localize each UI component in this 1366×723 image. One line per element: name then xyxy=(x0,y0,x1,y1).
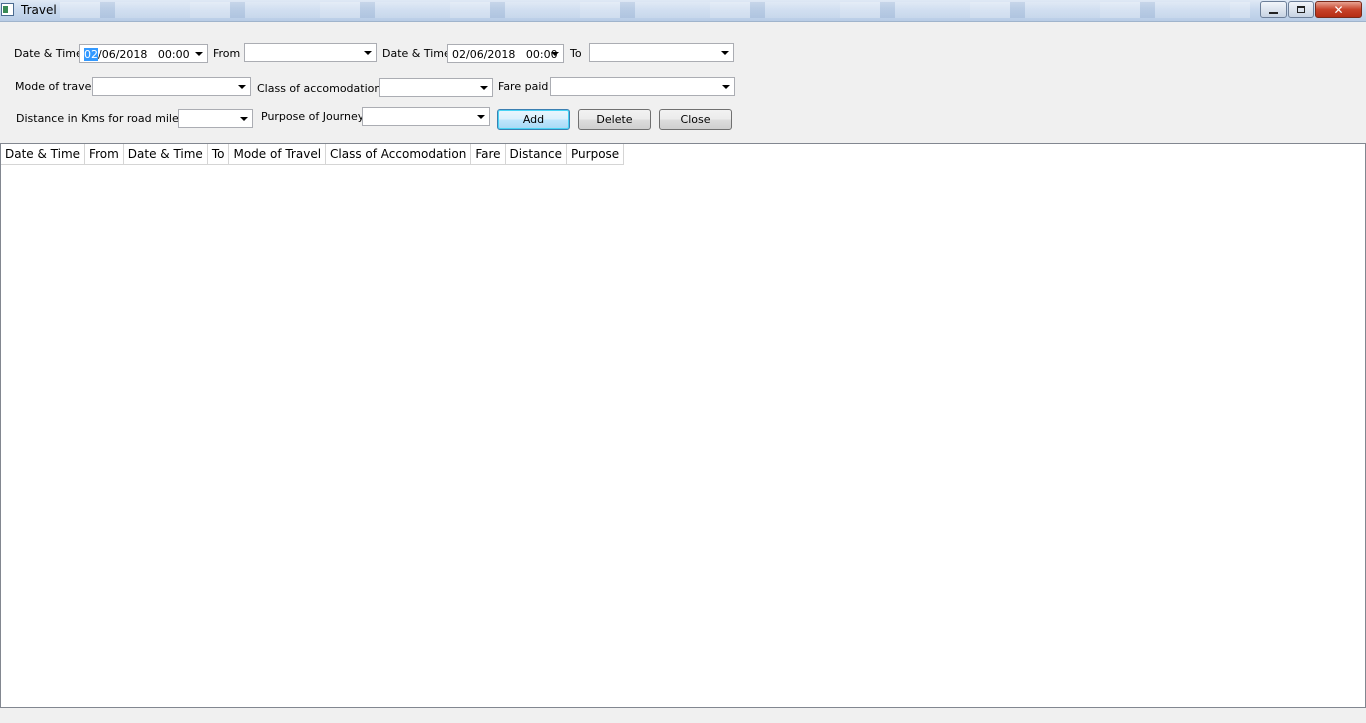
title-bar-background xyxy=(60,2,1250,18)
departure-datetime-picker[interactable]: 02/06/2018 00:00 xyxy=(79,44,208,63)
maximize-icon xyxy=(1297,6,1305,13)
column-header-date-time-2[interactable]: Date & Time xyxy=(123,144,208,165)
chevron-down-icon[interactable] xyxy=(364,51,372,55)
departure-date-selected-segment: 02 xyxy=(84,48,98,61)
departure-time: 00:00 xyxy=(157,48,190,61)
distance-label: Distance in Kms for road mileage xyxy=(16,112,200,125)
fare-paid-label: Fare paid xyxy=(498,80,549,93)
column-header-purpose[interactable]: Purpose xyxy=(567,144,625,165)
arrival-date: 02/06/2018 xyxy=(452,48,516,61)
arrival-datetime-value: 02/06/2018 00:00 xyxy=(452,48,558,61)
column-header-class-of-accomodation[interactable]: Class of Accomodation xyxy=(326,144,472,165)
from-combobox[interactable] xyxy=(244,43,377,62)
maximize-button[interactable] xyxy=(1288,1,1314,18)
class-of-accomodation-combobox[interactable] xyxy=(379,78,493,97)
close-icon: ✕ xyxy=(1333,2,1344,17)
departure-datetime-value: 02/06/2018 00:00 xyxy=(84,48,190,61)
chevron-down-icon[interactable] xyxy=(722,85,730,89)
column-header-to[interactable]: To xyxy=(207,144,230,165)
to-label: To xyxy=(570,47,582,60)
to-combobox[interactable] xyxy=(589,43,734,62)
chevron-down-icon[interactable] xyxy=(551,52,559,56)
column-header-distance[interactable]: Distance xyxy=(505,144,568,165)
add-button[interactable]: Add xyxy=(497,109,570,130)
title-bar[interactable]: Travel ✕ xyxy=(0,0,1366,22)
table-header: Date & Time From Date & Time To Mode of … xyxy=(1,144,625,165)
mode-of-travel-label: Mode of travel xyxy=(15,80,95,93)
column-header-from[interactable]: From xyxy=(85,144,124,165)
chevron-down-icon[interactable] xyxy=(195,52,203,56)
departure-date-rest: /06/2018 xyxy=(98,48,148,61)
chevron-down-icon[interactable] xyxy=(477,115,485,119)
from-label: From xyxy=(213,47,241,60)
chevron-down-icon[interactable] xyxy=(721,51,729,55)
column-header-fare[interactable]: Fare xyxy=(471,144,506,165)
travel-window: Travel ✕ Date & Time 02/06/2018 00:00 Fr… xyxy=(0,0,1366,723)
arrival-datetime-picker[interactable]: 02/06/2018 00:00 xyxy=(447,44,564,63)
chevron-down-icon[interactable] xyxy=(238,85,246,89)
distance-combobox[interactable] xyxy=(178,109,253,128)
close-button[interactable]: Close xyxy=(659,109,732,130)
column-header-mode-of-travel[interactable]: Mode of Travel xyxy=(229,144,327,165)
fare-paid-combobox[interactable] xyxy=(550,77,735,96)
chevron-down-icon[interactable] xyxy=(240,117,248,121)
status-bar xyxy=(0,708,1366,723)
chevron-down-icon[interactable] xyxy=(480,86,488,90)
mode-of-travel-combobox[interactable] xyxy=(92,77,251,96)
purpose-of-journey-combobox[interactable] xyxy=(362,107,490,126)
travel-table[interactable]: Date & Time From Date & Time To Mode of … xyxy=(0,143,1366,708)
minimize-icon xyxy=(1269,11,1278,14)
class-of-accomodation-label: Class of accomodation xyxy=(257,82,382,95)
delete-button[interactable]: Delete xyxy=(578,109,651,130)
date-time-label-1: Date & Time xyxy=(14,47,83,60)
window-close-button[interactable]: ✕ xyxy=(1315,1,1362,18)
window-title: Travel xyxy=(21,3,57,17)
date-time-label-2: Date & Time xyxy=(382,47,451,60)
app-window-icon xyxy=(1,3,14,16)
column-header-date-time-1[interactable]: Date & Time xyxy=(1,144,86,165)
minimize-button[interactable] xyxy=(1260,1,1287,18)
purpose-of-journey-label: Purpose of Journey xyxy=(261,110,365,123)
